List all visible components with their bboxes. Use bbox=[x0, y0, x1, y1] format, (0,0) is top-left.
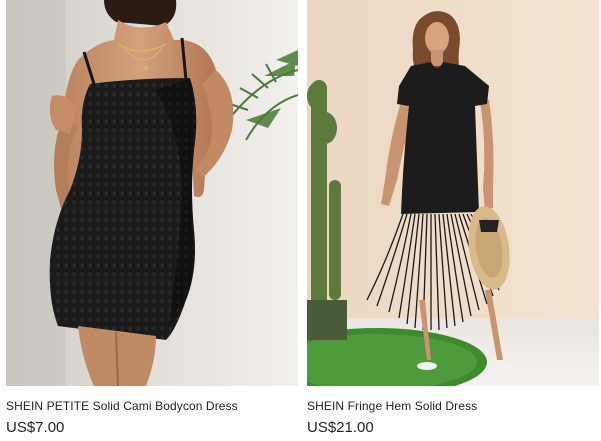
product-image[interactable] bbox=[6, 0, 298, 386]
fringe-hem-dress-photo bbox=[307, 0, 599, 386]
product-card[interactable]: SHEIN PETITE Solid Cami Bodycon Dress US… bbox=[6, 0, 298, 436]
product-title[interactable]: SHEIN PETITE Solid Cami Bodycon Dress bbox=[6, 399, 238, 413]
cami-bodycon-dress-photo bbox=[6, 0, 298, 386]
product-title[interactable]: SHEIN Fringe Hem Solid Dress bbox=[307, 399, 477, 413]
product-price: US$21.00 bbox=[307, 419, 374, 436]
product-image[interactable] bbox=[307, 0, 599, 386]
product-card[interactable]: SHEIN Fringe Hem Solid Dress US$21.00 bbox=[307, 0, 599, 436]
product-grid: SHEIN PETITE Solid Cami Bodycon Dress US… bbox=[0, 0, 601, 441]
product-price: US$7.00 bbox=[6, 419, 65, 436]
